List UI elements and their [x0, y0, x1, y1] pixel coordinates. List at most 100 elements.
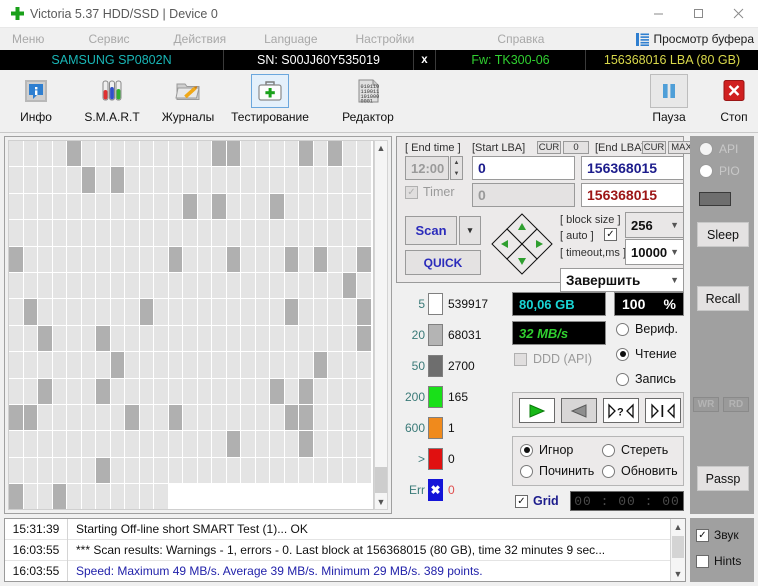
wr-button[interactable]: WR: [693, 397, 719, 412]
defect-erase-row[interactable]: Стереть: [602, 443, 668, 457]
scan-button[interactable]: Scan: [405, 216, 457, 245]
mode-verify-radio[interactable]: [616, 322, 629, 336]
block-size-combo[interactable]: 256 ▼: [625, 212, 684, 238]
spinner-up-icon[interactable]: ▲: [451, 157, 462, 168]
recall-button[interactable]: Recall: [697, 286, 749, 311]
ddd-api-checkbox[interactable]: [514, 352, 527, 366]
close-button[interactable]: [718, 0, 758, 28]
play-backward-button[interactable]: [561, 398, 597, 423]
menu-item-service[interactable]: Сервис: [84, 32, 133, 46]
scan-direction-pad[interactable]: [489, 211, 555, 277]
butterfly-scan-button[interactable]: [645, 398, 681, 423]
defect-refresh-radio[interactable]: [602, 464, 615, 478]
toolbar-button-smart[interactable]: S.M.A.R.T: [78, 72, 146, 130]
scroll-up-icon[interactable]: ▲: [375, 141, 387, 155]
toolbar-button-testing[interactable]: Тестирование: [231, 72, 309, 130]
sleep-button[interactable]: Sleep: [697, 222, 749, 247]
defect-repair-radio[interactable]: [520, 464, 533, 478]
timer-checkbox-row[interactable]: ✓ Timer: [405, 185, 454, 199]
toolbar-button-info[interactable]: Инфо: [2, 72, 70, 130]
surface-map-cell: [9, 352, 24, 379]
end-time-input[interactable]: 12:00: [405, 156, 449, 180]
surface-map-cell: [342, 484, 357, 509]
surface-map-grid[interactable]: [9, 141, 373, 509]
ddd-api-row[interactable]: DDD (API): [514, 352, 592, 366]
mode-read-row[interactable]: Чтение: [616, 347, 677, 361]
defect-refresh-row[interactable]: Обновить: [602, 464, 678, 478]
menu-item-language[interactable]: Language: [260, 32, 321, 46]
log-scroll-up-icon[interactable]: ▲: [671, 519, 685, 534]
grid-checkbox[interactable]: ✓: [515, 494, 528, 508]
menu-item-help[interactable]: Справка: [493, 32, 548, 46]
chevron-down-icon[interactable]: ▼: [670, 220, 679, 230]
surface-map-cell: [139, 272, 154, 300]
chevron-down-icon[interactable]: ▼: [670, 275, 679, 285]
scroll-down-icon[interactable]: ▼: [375, 495, 387, 509]
mode-read-radio[interactable]: [616, 347, 629, 361]
log-scroll-down-icon[interactable]: ▼: [671, 566, 685, 581]
surface-map-cell: [270, 220, 285, 247]
defect-erase-radio[interactable]: [602, 443, 615, 457]
defect-ignore-radio[interactable]: [520, 443, 533, 457]
maximize-button[interactable]: [678, 0, 718, 28]
surface-map-cell: [284, 141, 299, 168]
spinner-down-icon[interactable]: ▼: [451, 168, 462, 179]
surface-map-cell: [23, 167, 38, 194]
scrollbar-thumb[interactable]: [375, 467, 387, 493]
log-row[interactable]: 16:03:55 Speed: Maximum 49 MB/s. Average…: [5, 560, 685, 581]
grid-checkbox-row[interactable]: ✓ Grid: [515, 494, 559, 508]
mode-write-row[interactable]: Запись: [616, 372, 676, 386]
log-row[interactable]: 16:03:55 *** Scan results: Warnings - 1,…: [5, 539, 685, 561]
hints-checkbox-row[interactable]: Hints: [696, 554, 741, 568]
toolbar-button-stop[interactable]: Стоп: [700, 72, 758, 130]
log-panel[interactable]: 15:31:39 Starting Off-line short SMART T…: [4, 518, 686, 582]
progress-percent-display: 100 %: [614, 292, 684, 316]
log-scrollbar[interactable]: ▲ ▼: [670, 519, 685, 581]
mode-verify-row[interactable]: Вериф.: [616, 322, 678, 336]
surface-map-grid-container[interactable]: [8, 140, 374, 510]
buffer-view-button[interactable]: Просмотр буфера: [636, 32, 758, 46]
defect-ignore-row[interactable]: Игнор: [520, 443, 573, 457]
sound-checkbox-row[interactable]: ✓ Звук: [696, 528, 739, 542]
api-radio[interactable]: [699, 142, 713, 156]
auto-checkbox[interactable]: ✓: [604, 228, 617, 241]
toolbar-button-logs[interactable]: Журналы: [154, 72, 222, 130]
surface-map-cell: [183, 325, 198, 353]
toolbar-button-editor[interactable]: 010110 110011 101000 0001 Редактор: [334, 72, 402, 130]
menu-item-menu[interactable]: Меню: [8, 32, 48, 46]
random-scan-button[interactable]: ?: [603, 398, 639, 423]
defect-repair-row[interactable]: Починить: [520, 464, 594, 478]
play-forward-button[interactable]: [519, 398, 555, 423]
api-mode-row[interactable]: API: [699, 142, 738, 156]
scan-dropdown-button[interactable]: ▾: [459, 216, 481, 245]
end-lba-input[interactable]: 156368015: [581, 156, 684, 180]
end-time-spinner[interactable]: ▲ ▼: [450, 156, 463, 180]
start-lba-cur-button[interactable]: CUR: [537, 141, 561, 154]
end-lba-cur-button[interactable]: CUR: [642, 141, 666, 154]
end-lba-input-secondary[interactable]: 156368015: [581, 183, 684, 207]
mode-write-radio[interactable]: [616, 372, 629, 386]
sound-checkbox[interactable]: ✓: [696, 528, 709, 542]
pio-mode-row[interactable]: PIO: [699, 164, 740, 178]
drive-x-marker[interactable]: x: [414, 50, 436, 70]
surface-map-cell: [52, 404, 67, 432]
log-scrollbar-thumb[interactable]: [672, 536, 684, 558]
quick-button[interactable]: QUICK: [405, 250, 481, 275]
start-lba-input-secondary[interactable]: 0: [472, 183, 575, 207]
menu-item-settings[interactable]: Настройки: [352, 32, 419, 46]
pio-radio[interactable]: [699, 164, 713, 178]
timeout-combo[interactable]: 10000 ▼: [625, 239, 684, 265]
hints-checkbox[interactable]: [696, 554, 709, 568]
timer-checkbox[interactable]: ✓: [405, 185, 418, 199]
start-lba-zero-button[interactable]: 0: [563, 141, 589, 154]
minimize-button[interactable]: [638, 0, 678, 28]
log-row[interactable]: 15:31:39 Starting Off-line short SMART T…: [5, 519, 685, 540]
rd-button[interactable]: RD: [723, 397, 749, 412]
surface-map-scrollbar[interactable]: ▲ ▼: [374, 140, 388, 510]
menu-item-actions[interactable]: Действия: [170, 32, 231, 46]
passport-button[interactable]: Passp: [697, 466, 749, 491]
surface-map-cell: [313, 167, 328, 194]
start-lba-input[interactable]: 0: [472, 156, 575, 180]
toolbar-button-pause[interactable]: Пауза: [635, 72, 703, 130]
chevron-down-icon[interactable]: ▼: [670, 247, 679, 257]
